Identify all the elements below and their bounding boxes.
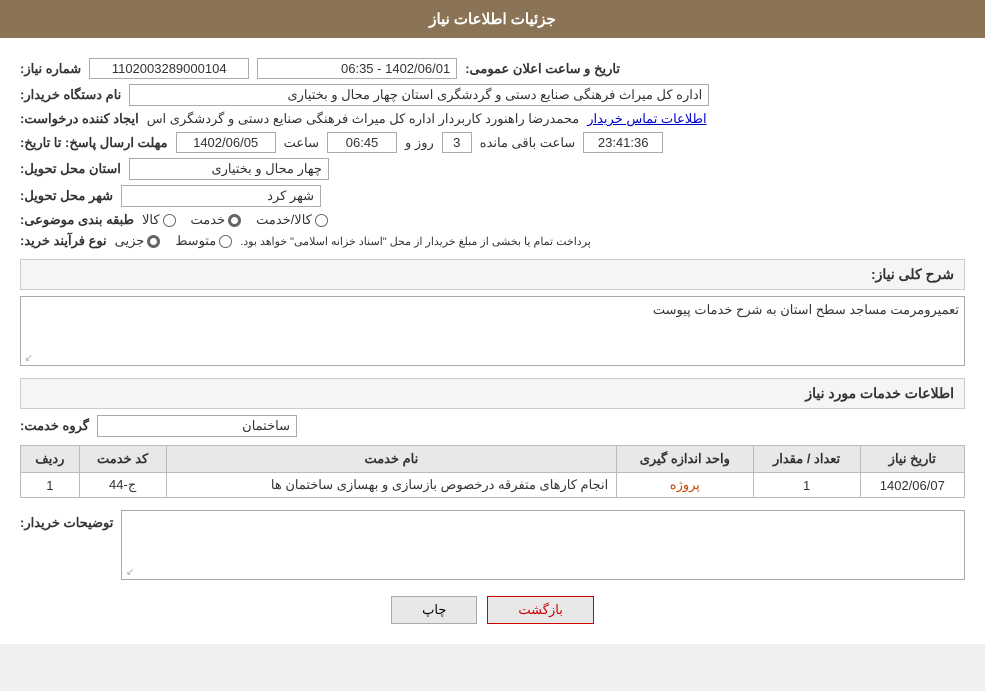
- radio-medium: [219, 235, 232, 248]
- need-description-section-title: شرح کلی نیاز:: [20, 259, 965, 290]
- buyer-notes-box: ↙: [121, 510, 965, 580]
- creator-value: محمدرضا راهنورد کاربردار اداره کل میراث …: [147, 111, 580, 127]
- buyer-notes-label: توضیحات خریدار:: [20, 515, 113, 531]
- need-description-value: تعمیرومرمت مساجد سطح استان به شرح خدمات …: [20, 296, 965, 366]
- category-option-kala[interactable]: کالا: [142, 212, 176, 228]
- col-date: تاریخ نیاز: [860, 446, 964, 473]
- col-service-code: کد خدمت: [79, 446, 166, 473]
- date-label: تاریخ و ساعت اعلان عمومی:: [465, 61, 620, 77]
- page-title: جزئیات اطلاعات نیاز: [0, 0, 985, 38]
- need-number-value: 1102003289000104: [89, 58, 249, 79]
- resize-handle: ↙: [23, 353, 33, 363]
- category-group: کالا/خدمت خدمت کالا: [142, 212, 328, 228]
- service-group-label: گروه خدمت:: [20, 418, 89, 434]
- purchase-type-label: نوع فرآیند خرید:: [20, 233, 107, 249]
- deadline-date: 1402/06/05: [176, 132, 276, 153]
- category-option-kala-khadamat[interactable]: کالا/خدمت: [256, 212, 328, 228]
- deadline-remaining-label: ساعت باقی مانده: [480, 135, 575, 151]
- purchase-type-group: متوسط جزیی: [115, 233, 233, 249]
- date-value: 1402/06/01 - 06:35: [257, 58, 457, 79]
- col-service-name: نام خدمت: [166, 446, 617, 473]
- province-label: استان محل تحویل:: [20, 161, 121, 177]
- resize-handle-2: ↙: [124, 567, 134, 577]
- city-value: شهر کرد: [121, 185, 321, 207]
- category-option-khadamat[interactable]: خدمت: [191, 212, 242, 228]
- deadline-label: مهلت ارسال پاسخ: تا تاریخ:: [20, 135, 168, 151]
- radio-kala: [163, 214, 176, 227]
- print-button[interactable]: چاپ: [391, 596, 477, 624]
- service-group-value: ساختمان: [97, 415, 297, 437]
- col-row: ردیف: [21, 446, 80, 473]
- deadline-day-label: روز و: [405, 135, 434, 151]
- deadline-remaining: 23:41:36: [583, 132, 663, 153]
- deadline-time: 06:45: [327, 132, 397, 153]
- services-section-title: اطلاعات خدمات مورد نیاز: [20, 378, 965, 409]
- col-unit: واحد اندازه گیری: [617, 446, 753, 473]
- creator-label: ایجاد کننده درخواست:: [20, 111, 139, 127]
- radio-kala-khadamat: [315, 214, 328, 227]
- radio-khadamat: [228, 214, 241, 227]
- col-quantity: تعداد / مقدار: [753, 446, 860, 473]
- radio-partial: [147, 235, 160, 248]
- need-number-label: شماره نیاز:: [20, 61, 81, 77]
- city-label: شهر محل تحویل:: [20, 188, 113, 204]
- back-button[interactable]: بازگشت: [487, 596, 593, 624]
- deadline-days: 3: [442, 132, 472, 153]
- deadline-time-label: ساعت: [284, 135, 319, 151]
- services-table: تاریخ نیاز تعداد / مقدار واحد اندازه گیر…: [20, 445, 965, 498]
- category-label: طبقه بندی موضوعی:: [20, 212, 134, 228]
- purchase-type-partial[interactable]: جزیی: [115, 233, 161, 249]
- contact-link[interactable]: اطلاعات تماس خریدار: [587, 111, 706, 127]
- buyer-org-label: نام دستگاه خریدار:: [20, 87, 121, 103]
- button-row: بازگشت چاپ: [20, 596, 965, 624]
- table-row: 1402/06/071پروژهانجام کارهای متفرقه درخص…: [21, 473, 965, 498]
- buyer-org-value: اداره کل میراث فرهنگی صنایع دستی و گردشگ…: [129, 84, 709, 106]
- purchase-type-note: پرداخت تمام یا بخشی از مبلغ خریدار از مح…: [240, 235, 591, 248]
- province-value: چهار محال و بختیاری: [129, 158, 329, 180]
- purchase-type-medium[interactable]: متوسط: [175, 233, 232, 249]
